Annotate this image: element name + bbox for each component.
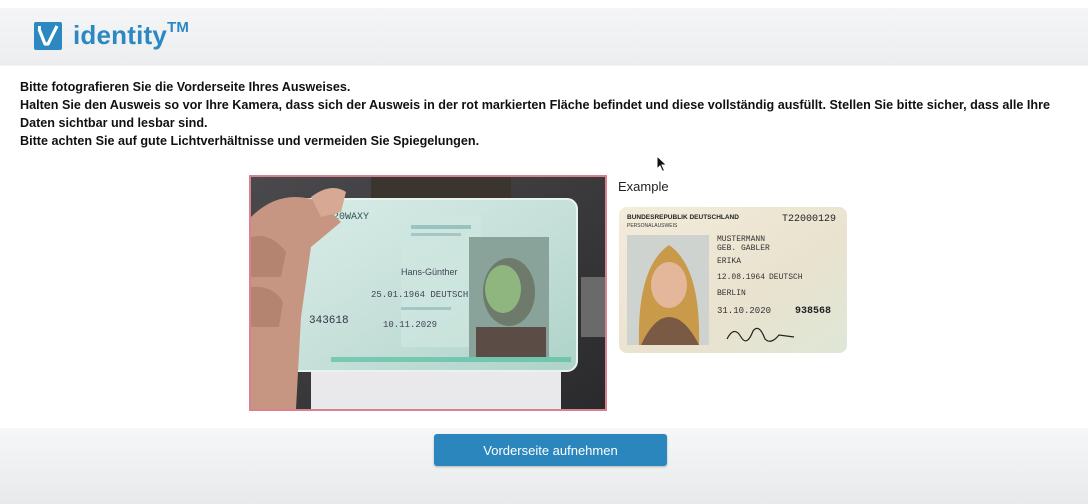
example-card-birth-date: 12.08.1964 [717,273,765,282]
instruction-line-3: Bitte achten Sie auf gute Lichtverhältni… [20,134,480,148]
brand-logo-text: identityTM [73,19,190,51]
instructions: Bitte fotografieren Sie die Vorderseite … [20,78,1068,150]
instruction-line-1: Bitte fotografieren Sie die Vorderseite … [20,80,351,94]
example-card-birth-name: GEB. GABLER [717,244,770,253]
top-strip [0,0,1088,8]
mouse-cursor-icon [656,155,668,173]
camera-feed-image: T020WAXY Hans-Günther 25.01.1964 DEUTSCH… [251,177,605,409]
example-id-card: BUNDESREPUBLIK DEUTSCHLAND T22000129 PER… [619,207,847,353]
example-card-birth-place: BERLIN [717,289,746,298]
instruction-line-2: Halten Sie den Ausweis so vor Ihre Kamer… [20,98,1050,130]
example-card-surname: MUSTERMANN [717,235,765,244]
example-card-doc-type: PERSONALAUSWEIS [627,223,678,229]
camera-card-birthdate: 25.01.1964 DEUTSCH [371,290,468,300]
trademark-mark: TM [167,19,190,37]
example-card-given-name: ERIKA [717,257,741,266]
camera-card-name: Hans-Günther [401,267,458,277]
camera-card-side-number: 343618 [309,315,349,327]
example-card-nationality: DEUTSCH [769,273,803,282]
capture-front-button[interactable]: Vorderseite aufnehmen [434,434,667,466]
camera-preview: T020WAXY Hans-Günther 25.01.1964 DEUTSCH… [249,175,607,411]
example-card-can: 938568 [795,306,831,317]
example-label: Example [618,179,669,194]
example-card-doc-number: T22000129 [782,214,836,225]
example-card-expiry: 31.10.2020 [717,306,771,316]
brand-name: identity [73,20,168,50]
identity-v-logo-icon [34,22,62,50]
example-card-country: BUNDESREPUBLIK DEUTSCHLAND [627,214,739,221]
app-header: identityTM [0,8,1088,64]
camera-card-valid: 10.11.2029 [383,320,437,330]
